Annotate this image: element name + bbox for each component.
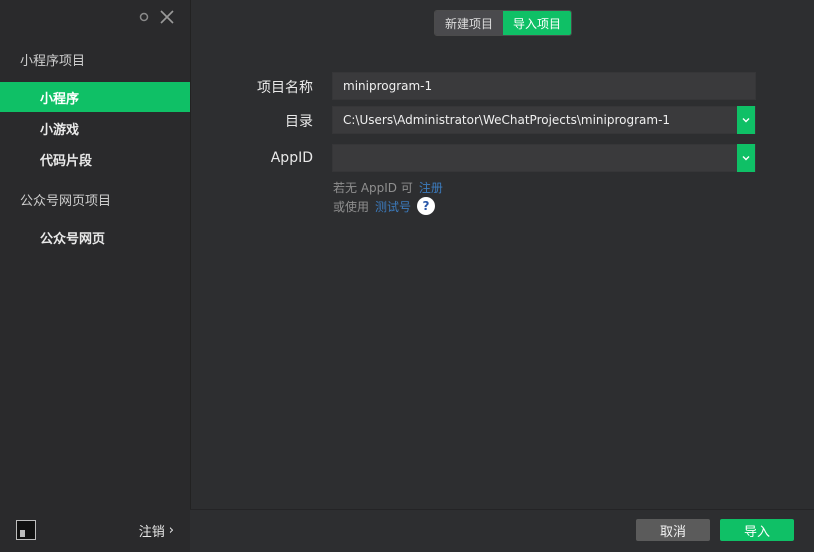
test-account-link[interactable]: 测试号	[375, 198, 411, 215]
sidebar-item-miniprogram[interactable]: 小程序	[0, 82, 190, 112]
project-name-label: 项目名称	[257, 80, 313, 96]
help-register-line: 若无 AppID 可 注册	[333, 179, 443, 196]
project-mode-tabs: 新建项目 导入项目	[434, 10, 572, 36]
appid-select[interactable]	[332, 144, 756, 172]
register-link[interactable]: 注册	[419, 179, 443, 196]
avatar[interactable]	[16, 520, 36, 540]
appid-label: AppID	[270, 150, 313, 166]
project-name-field[interactable]: miniprogram-1	[332, 72, 756, 100]
directory-select[interactable]: C:\Users\Administrator\WeChatProjects\mi…	[332, 106, 756, 134]
directory-value: C:\Users\Administrator\WeChatProjects\mi…	[343, 113, 671, 127]
help-register-text: 若无 AppID 可	[333, 181, 413, 195]
cancel-button[interactable]: 取消	[636, 519, 710, 541]
section-title-miniprogram: 小程序项目	[20, 54, 86, 69]
project-name-value: miniprogram-1	[343, 79, 433, 93]
window-controls	[136, 8, 176, 26]
sidebar: 小程序项目 小程序 小游戏 代码片段 公众号网页项目 公众号网页 注销 ›	[0, 0, 191, 552]
import-button[interactable]: 导入	[720, 519, 794, 541]
chevron-down-icon[interactable]	[737, 106, 755, 134]
tab-import-project[interactable]: 导入项目	[503, 11, 571, 35]
tab-new-project[interactable]: 新建项目	[435, 11, 503, 35]
chevron-down-icon[interactable]	[737, 144, 755, 172]
footer-bar: 取消 导入	[190, 509, 814, 552]
logout-button[interactable]: 注销 ›	[139, 521, 174, 540]
help-test-account-text: 或使用	[333, 199, 370, 214]
directory-label: 目录	[285, 114, 313, 130]
section-title-official-account: 公众号网页项目	[20, 194, 112, 209]
close-icon[interactable]	[158, 8, 176, 26]
sidebar-item-minigame[interactable]: 小游戏	[0, 113, 190, 143]
sidebar-bottom: 注销 ›	[0, 508, 190, 552]
help-icon[interactable]: ?	[417, 197, 436, 215]
help-test-account-line: 或使用 测试号 ?	[333, 197, 436, 215]
logout-label: 注销	[138, 524, 165, 540]
sidebar-item-code-snippet[interactable]: 代码片段	[0, 144, 190, 174]
sidebar-item-official-account-web[interactable]: 公众号网页	[0, 222, 190, 252]
settings-icon[interactable]	[136, 9, 152, 25]
chevron-right-icon: ›	[168, 522, 174, 538]
